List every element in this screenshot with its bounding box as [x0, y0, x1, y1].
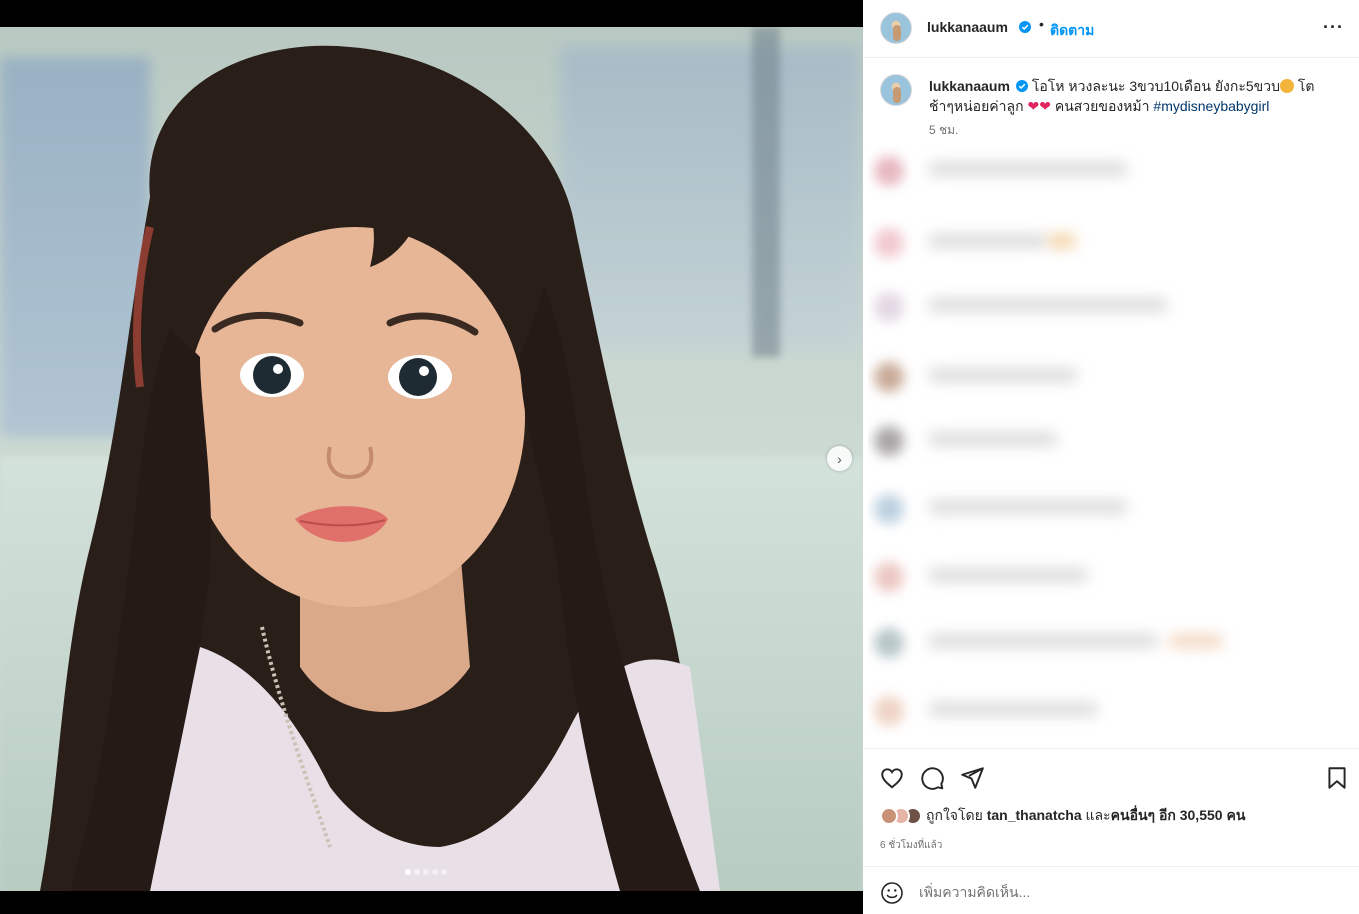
post-photo[interactable]: [0, 27, 863, 891]
post-header: lukkanaaum • ติดตาม ···: [863, 0, 1359, 58]
more-options-icon[interactable]: ···: [1323, 17, 1344, 38]
post-media: ›: [0, 0, 863, 914]
carousel-dot: [414, 869, 420, 875]
verified-badge-icon: [1019, 21, 1031, 33]
verified-badge-icon: [1015, 80, 1028, 92]
comments-list-blurred: [868, 146, 1356, 736]
next-slide-button[interactable]: ›: [827, 446, 852, 471]
like-heart-icon[interactable]: [879, 765, 905, 791]
post-actions: [863, 748, 1359, 802]
carousel-dot: [405, 869, 411, 875]
carousel-dot: [423, 869, 429, 875]
separator-dot: •: [1039, 16, 1044, 32]
comment-input[interactable]: [919, 879, 1299, 905]
caption-body: คนสวยของหม้า: [1050, 98, 1154, 114]
likes-summary: ถูกใจโดย tan_thanatcha และคนอื่นๆ อีก 30…: [880, 806, 1245, 826]
caption-username[interactable]: lukkanaaum: [929, 78, 1010, 94]
caption-body: โอโห หวงละนะ 3ขวบ10เดือน ยังกะ5ขวบ: [1031, 78, 1280, 94]
hashtag-link[interactable]: #mydisneybabygirl: [1153, 98, 1269, 114]
avatar[interactable]: [880, 74, 912, 106]
caption-time: 5 ชม.: [929, 123, 959, 137]
heart-emoji-icon: ❤: [1039, 98, 1051, 114]
liker-username-link[interactable]: tan_thanatcha: [987, 807, 1082, 823]
post-timestamp[interactable]: 6 ชั่วโมงที่แล้ว: [880, 838, 942, 853]
comment-icon[interactable]: [919, 765, 945, 791]
follow-button[interactable]: ติดตาม: [1050, 20, 1094, 42]
avatar[interactable]: [880, 12, 912, 44]
carousel-dot: [441, 869, 447, 875]
angry-face-emoji-icon: [1279, 79, 1294, 93]
add-comment-bar: [863, 866, 1359, 914]
likes-text: ถูกใจโดย tan_thanatcha และคนอื่นๆ อีก 30…: [926, 807, 1246, 823]
likes-count-link[interactable]: คนอื่นๆ อีก 30,550 คน: [1111, 807, 1246, 823]
caption-text: lukkanaaum โอโห หวงละนะ 3ขวบ10เดือน ยังก…: [929, 76, 1329, 116]
share-send-icon[interactable]: [959, 765, 985, 791]
post-sidebar: lukkanaaum • ติดตาม ··· lukkanaaum โอโห …: [863, 0, 1359, 914]
save-bookmark-icon[interactable]: [1324, 765, 1350, 791]
carousel-indicator: [405, 869, 447, 875]
avatar: [880, 807, 898, 825]
chevron-right-icon: ›: [837, 450, 842, 467]
child-portrait: [40, 45, 720, 891]
username-link[interactable]: lukkanaaum: [927, 19, 1008, 35]
carousel-dot: [432, 869, 438, 875]
emoji-picker-icon[interactable]: [880, 881, 904, 905]
heart-emoji-icon: ❤: [1027, 98, 1040, 114]
